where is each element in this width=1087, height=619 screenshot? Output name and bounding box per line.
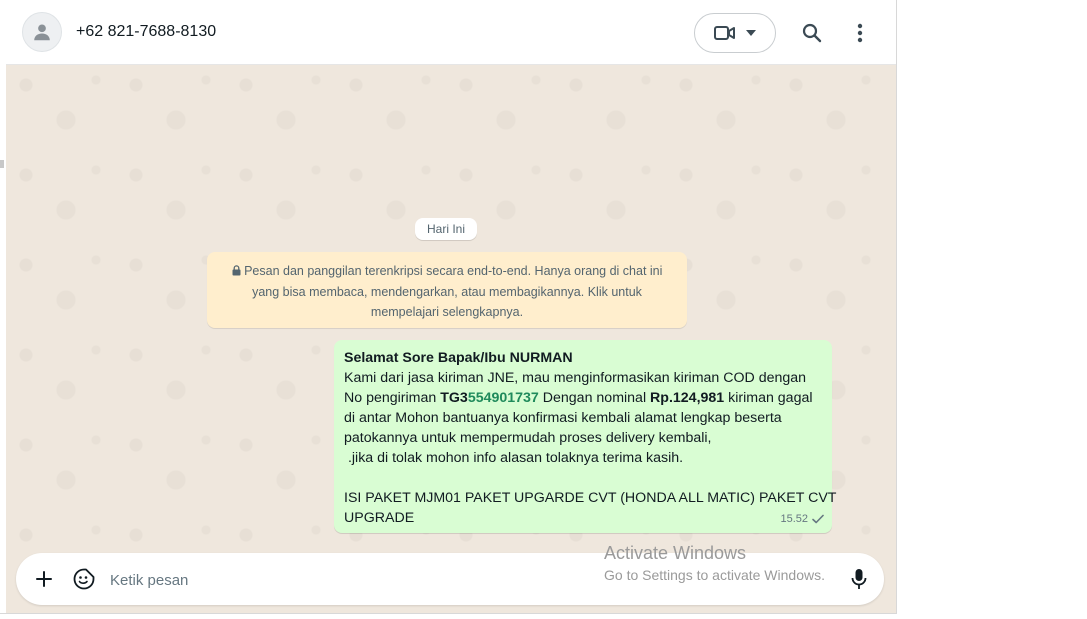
tracking-number-link[interactable]: 554901737 xyxy=(468,390,539,406)
encryption-notice-line2: yang bisa membaca, mendengarkan, atau me… xyxy=(252,284,642,299)
message-meta: 15.52 xyxy=(780,509,824,529)
search-button[interactable] xyxy=(796,17,828,49)
chat-panel[interactable]: Hari Ini Pesan dan panggilan terenkripsi… xyxy=(6,65,896,613)
message-line: di antar Mohon bantuanya konfirmasi kemb… xyxy=(344,410,782,426)
lock-icon xyxy=(232,265,241,276)
encryption-notice[interactable]: Pesan dan panggilan terenkripsi secara e… xyxy=(207,252,687,328)
message-line: No pengiriman TG3554901737 Dengan nomina… xyxy=(344,390,813,406)
video-call-button[interactable] xyxy=(694,13,776,53)
microphone-icon xyxy=(851,569,867,589)
attach-button[interactable] xyxy=(30,565,58,593)
message-line: ISI PAKET MJM01 PAKET UPGARDE CVT (HONDA… xyxy=(344,490,837,506)
chevron-down-icon xyxy=(746,30,756,36)
message-line: .jika di tolak mohon info alasan tolakny… xyxy=(344,450,684,466)
encryption-notice-line1: Pesan dan panggilan terenkripsi secara e… xyxy=(223,261,671,282)
video-icon xyxy=(714,26,735,40)
voice-message-button[interactable] xyxy=(845,565,873,593)
whatsapp-window: +62 821-7688-8130 Hari Ini Pesan dan pan… xyxy=(0,0,897,614)
message-line: UPGRADE xyxy=(344,510,415,526)
message-time: 15.52 xyxy=(780,513,808,525)
plus-icon xyxy=(36,571,52,587)
tracking-prefix: TG3 xyxy=(440,390,468,406)
search-icon xyxy=(802,23,822,43)
chat-header: +62 821-7688-8130 xyxy=(6,0,896,65)
amount: Rp.124,981 xyxy=(650,390,725,406)
message-greeting: Selamat Sore Bapak/Ibu NURMAN xyxy=(344,350,573,366)
outgoing-message[interactable]: Selamat Sore Bapak/Ibu NURMAN Kami dari … xyxy=(334,340,837,533)
window-edge-handle xyxy=(0,160,4,168)
message-composer xyxy=(16,553,884,605)
sticker-icon xyxy=(73,568,95,590)
check-icon xyxy=(812,514,824,524)
person-icon xyxy=(34,24,50,41)
encryption-notice-line3: mempelajari selengkapnya. xyxy=(370,305,524,319)
contact-name[interactable]: +62 821-7688-8130 xyxy=(76,23,216,41)
encryption-notice-text1: Pesan dan panggilan terenkripsi secara e… xyxy=(244,264,663,278)
date-divider: Hari Ini xyxy=(415,218,478,240)
message-line: Kami dari jasa kiriman JNE, mau menginfo… xyxy=(344,370,807,386)
sticker-button[interactable] xyxy=(70,565,98,593)
more-vertical-icon xyxy=(857,23,863,43)
message-line: patokannya untuk mempermudah proses deli… xyxy=(344,430,712,446)
message-input[interactable] xyxy=(108,567,752,593)
menu-button[interactable] xyxy=(844,17,876,49)
avatar[interactable] xyxy=(22,12,62,52)
